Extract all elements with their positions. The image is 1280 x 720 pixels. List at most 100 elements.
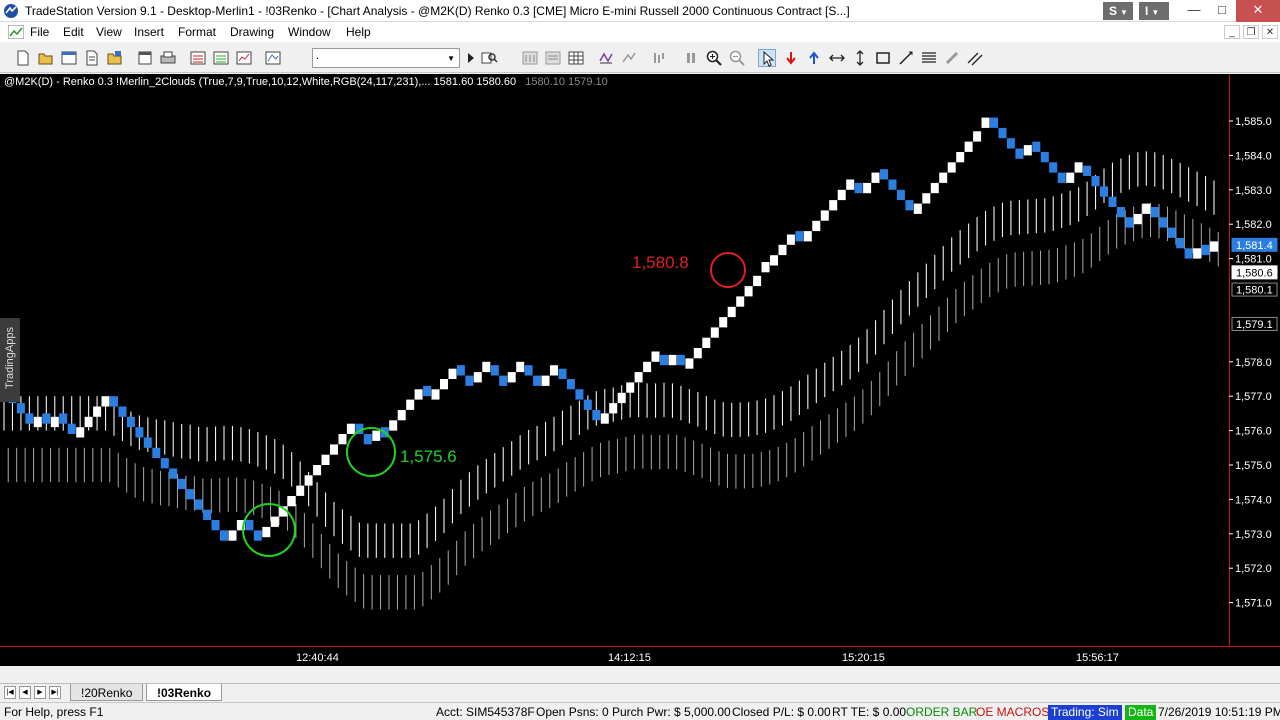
price-label: 1,571.0	[1235, 598, 1272, 610]
auto-scale-icon[interactable]	[597, 49, 615, 67]
down-brick	[177, 478, 186, 490]
mdi-restore-button[interactable]: ❐	[1243, 25, 1259, 39]
print-icon[interactable]	[159, 49, 177, 67]
up-brick	[262, 526, 271, 538]
analysis-icon[interactable]	[235, 49, 253, 67]
tab-20renko[interactable]: !20Renko	[70, 684, 144, 701]
bar-spacing-icon[interactable]	[521, 49, 539, 67]
up-brick	[507, 372, 516, 383]
menu-file[interactable]: File	[30, 25, 49, 39]
menu-window[interactable]: Window	[288, 25, 331, 39]
up-brick	[939, 172, 948, 183]
format-icon[interactable]	[189, 49, 207, 67]
up-brick	[863, 182, 872, 194]
up-brick	[1023, 145, 1032, 156]
horizontal-line-icon[interactable]	[828, 49, 846, 67]
s-dropdown-button[interactable]: S ▼	[1103, 2, 1133, 20]
order-bar-button[interactable]: ORDER BAR	[906, 705, 977, 720]
eraser-icon[interactable]	[943, 49, 961, 67]
tradingapps-tab-label: TradingApps	[4, 327, 16, 389]
down-arrow-icon[interactable]	[782, 49, 800, 67]
trendline-icon[interactable]	[897, 49, 915, 67]
fib-icon[interactable]	[920, 49, 938, 67]
go-icon[interactable]	[462, 49, 480, 67]
down-brick	[1057, 172, 1066, 183]
down-brick	[1049, 162, 1058, 173]
trading-mode-badge[interactable]: Trading: Sim	[1048, 705, 1122, 720]
oe-macros-button[interactable]: OE MACROS	[976, 705, 1049, 720]
down-brick	[135, 427, 144, 438]
down-brick	[1083, 165, 1092, 176]
tab-03renko[interactable]: !03Renko	[146, 684, 223, 701]
new-icon[interactable]	[14, 49, 32, 67]
open-icon[interactable]	[37, 49, 55, 67]
channel-icon[interactable]	[966, 49, 984, 67]
up-brick	[84, 416, 93, 428]
new-window-icon[interactable]	[60, 49, 78, 67]
print-preview-icon[interactable]	[136, 49, 154, 67]
pause-icon[interactable]	[682, 49, 700, 67]
mdi-minimize-button[interactable]: _	[1224, 25, 1240, 39]
down-brick	[990, 117, 998, 128]
symbol-dropdown[interactable]: . ▼	[312, 48, 460, 68]
insert-icon[interactable]	[212, 49, 230, 67]
chart-area[interactable]: 1,585.0 1,584.0 1,583.0 1,582.0 1,581.0 1,578…	[0, 74, 1280, 646]
mdi-close-button[interactable]: ✕	[1262, 25, 1278, 39]
up-brick	[744, 286, 753, 297]
up-brick	[313, 465, 322, 476]
vertical-line-icon[interactable]	[851, 49, 869, 67]
up-brick	[719, 317, 728, 328]
cloud-bands	[3, 151, 1219, 610]
title-bar: TradeStation Version 9.1 - Desktop-Merli…	[0, 0, 1280, 22]
drag-icon[interactable]	[620, 49, 638, 67]
maximize-button[interactable]: □	[1208, 0, 1236, 22]
next-tab-arrow-icon[interactable]: ▶	[34, 686, 46, 699]
down-brick	[1091, 176, 1100, 187]
down-brick	[203, 509, 212, 520]
time-label: 12:40:44	[296, 652, 339, 664]
up-brick	[770, 255, 778, 266]
rectangle-icon[interactable]	[874, 49, 892, 67]
zoom-in-icon[interactable]	[705, 49, 723, 67]
price-axis: 1,585.0 1,584.0 1,583.0 1,582.0 1,581.0 1,578…	[1229, 116, 1272, 610]
up-brick	[786, 234, 795, 245]
workspace-icon[interactable]	[83, 49, 101, 67]
menu-view[interactable]: View	[96, 25, 122, 39]
menu-help[interactable]: Help	[346, 25, 371, 39]
symbol-lookup-icon[interactable]	[480, 49, 498, 67]
price-marker-label: 1,580.6	[1236, 267, 1273, 279]
up-brick	[846, 179, 855, 190]
i-dropdown-button[interactable]: I ▼	[1139, 2, 1169, 20]
price-label: 1,572.0	[1235, 563, 1272, 575]
last-tab-arrow-icon[interactable]: ▶|	[49, 686, 61, 699]
data-window-icon[interactable]	[544, 49, 562, 67]
down-brick	[59, 413, 68, 424]
close-button[interactable]: ✕	[1236, 0, 1280, 22]
menu-format[interactable]: Format	[178, 25, 216, 39]
save-icon[interactable]	[106, 49, 124, 67]
chart-header: @M2K(D) - Renko 0.3 !Merlin_2Clouds (Tru…	[4, 76, 608, 88]
up-brick	[541, 375, 550, 386]
up-arrow-icon[interactable]	[805, 49, 823, 67]
pointer-icon[interactable]	[758, 49, 776, 67]
menu-insert[interactable]: Insert	[134, 25, 164, 39]
zoom-out-icon[interactable]	[728, 49, 746, 67]
renko-chart[interactable]: 1,585.0 1,584.0 1,583.0 1,582.0 1,581.0 1,578…	[0, 74, 1280, 646]
data-status-badge[interactable]: Data	[1125, 705, 1157, 720]
down-brick	[660, 354, 668, 366]
minimize-button[interactable]: —	[1180, 0, 1208, 22]
menu-drawing[interactable]: Drawing	[230, 25, 274, 39]
down-brick	[490, 365, 499, 376]
analysis-window-icon[interactable]	[264, 49, 282, 67]
down-brick	[465, 375, 474, 386]
menu-edit[interactable]: Edit	[63, 25, 84, 39]
prev-tab-arrow-icon[interactable]: ◀	[19, 686, 31, 699]
tradingapps-tab[interactable]: TradingApps	[0, 318, 20, 402]
chart-tool-icon[interactable]	[650, 49, 668, 67]
down-brick	[558, 368, 567, 379]
up-brick	[913, 203, 922, 214]
table-icon[interactable]	[567, 49, 585, 67]
price-label: 1,584.0	[1235, 150, 1272, 162]
first-tab-arrow-icon[interactable]: |◀	[4, 686, 16, 699]
status-bar: For Help, press F1 Acct: SIM545378F Open…	[0, 702, 1280, 720]
